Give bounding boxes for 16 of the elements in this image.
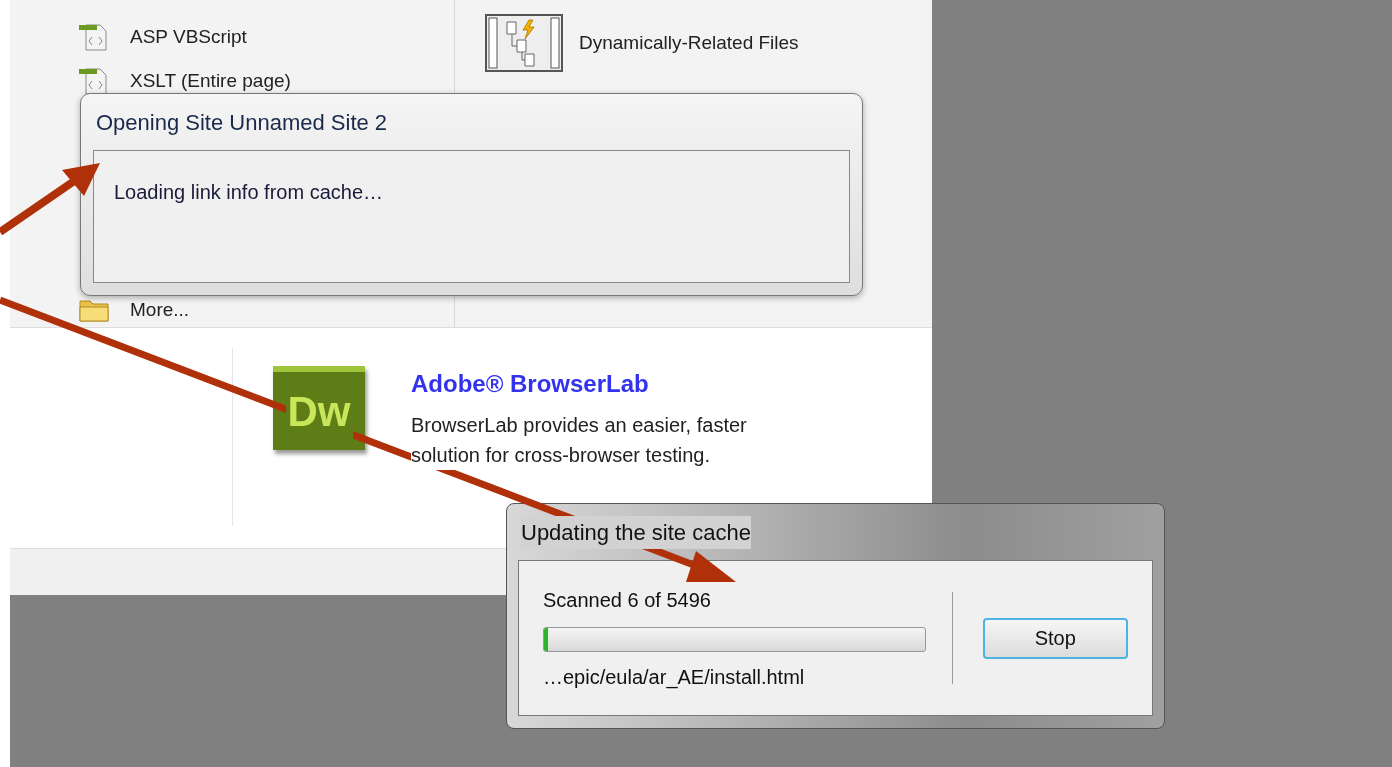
file-path: …epic/eula/ar_AE/install.html <box>543 664 806 691</box>
file-icon <box>78 22 110 52</box>
status-message: Loading link info from cache… <box>114 181 384 203</box>
linked-files-icon <box>485 14 563 72</box>
template-link[interactable]: ASP VBScript <box>130 22 247 52</box>
stop-button[interactable]: Stop <box>982 617 1128 659</box>
template-link[interactable]: XSLT (Entire page) <box>130 66 291 96</box>
feature-link[interactable]: Dynamically-Related Files <box>579 28 799 58</box>
dw-logo: Dw <box>273 366 365 450</box>
promo-title[interactable]: Adobe® BrowserLab <box>411 366 791 402</box>
dialog-title: Updating the site cache <box>521 515 751 549</box>
file-icon <box>78 66 110 96</box>
scan-count: Scanned 6 of 5496 <box>543 587 712 613</box>
dialog-title: Opening Site Unnamed Site 2 <box>95 108 389 137</box>
folder-icon <box>78 297 110 324</box>
template-link[interactable]: More... <box>130 296 190 325</box>
